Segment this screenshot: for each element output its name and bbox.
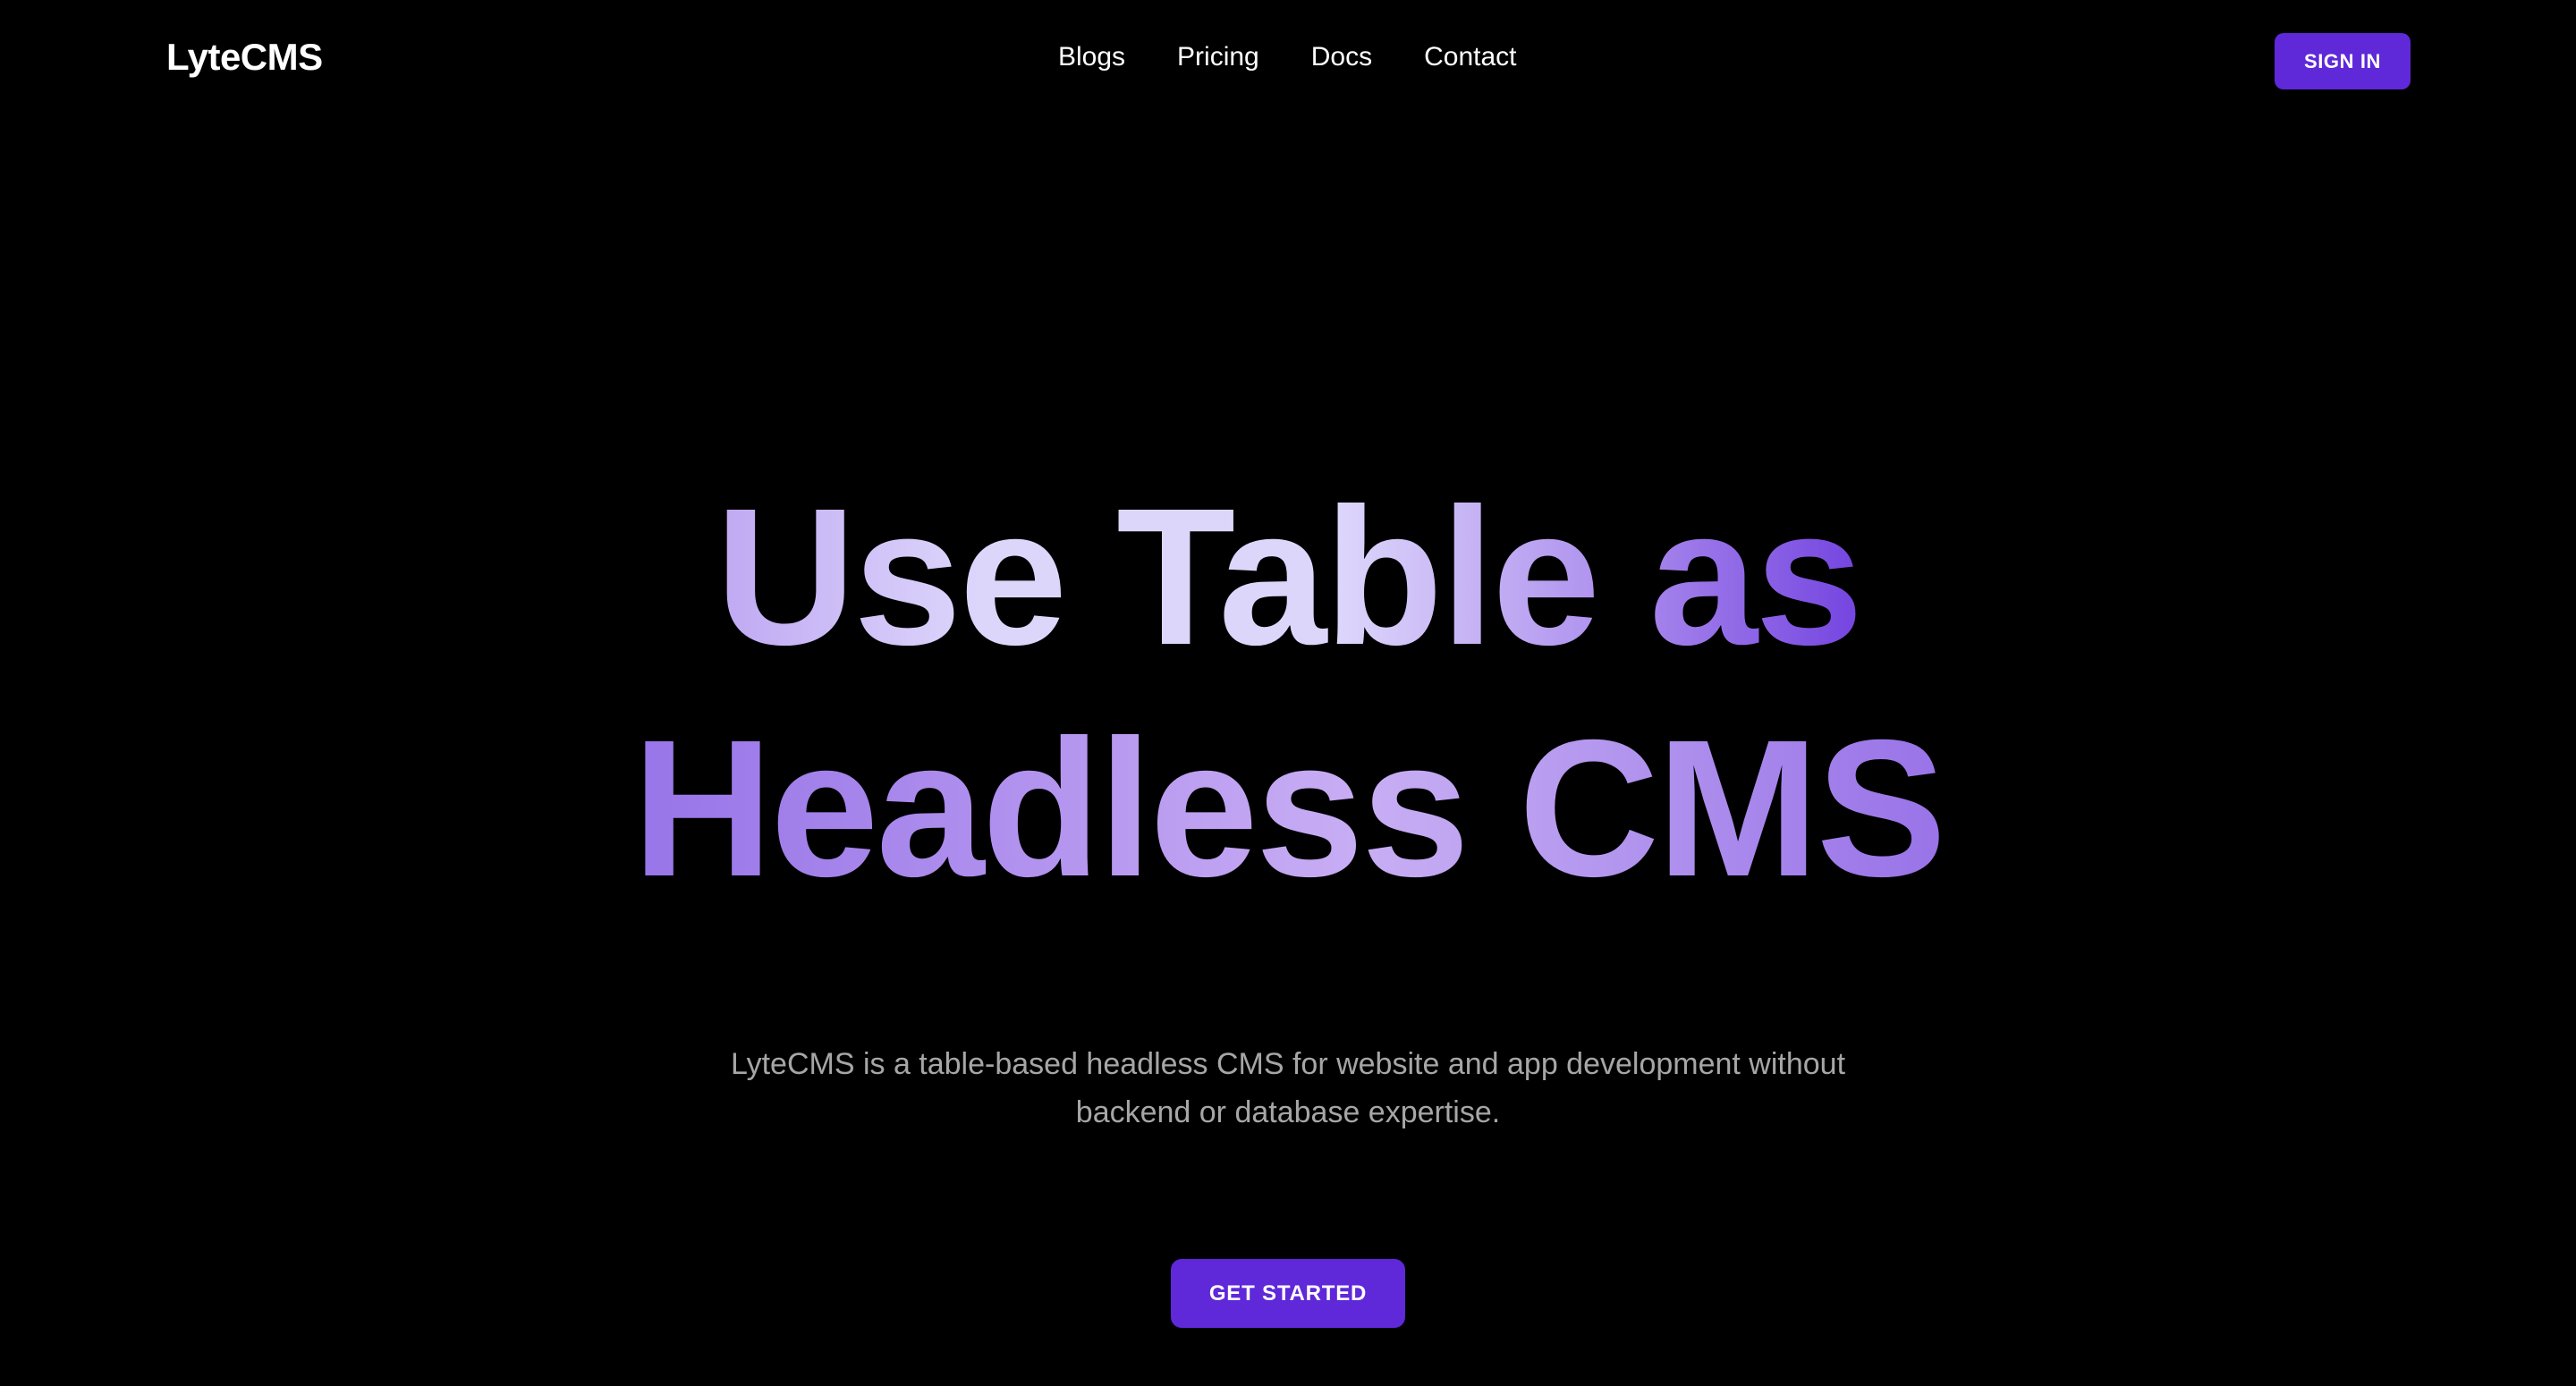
get-started-button[interactable]: GET STARTED: [1171, 1259, 1405, 1328]
hero-cta-container: GET STARTED: [0, 1259, 2576, 1328]
hero-heading-line-1: Use Table as: [0, 461, 2576, 693]
landing-page: LyteCMS Blogs Pricing Docs Contact SIGN …: [0, 0, 2576, 1386]
hero-subtitle: LyteCMS is a table-based headless CMS fo…: [730, 1047, 1846, 1130]
hero-section: Use Table as Headless CMS LyteCMS is a t…: [0, 0, 2576, 1386]
hero-heading: Use Table as Headless CMS: [0, 461, 2576, 925]
hero-heading-line-2: Headless CMS: [0, 693, 2576, 925]
